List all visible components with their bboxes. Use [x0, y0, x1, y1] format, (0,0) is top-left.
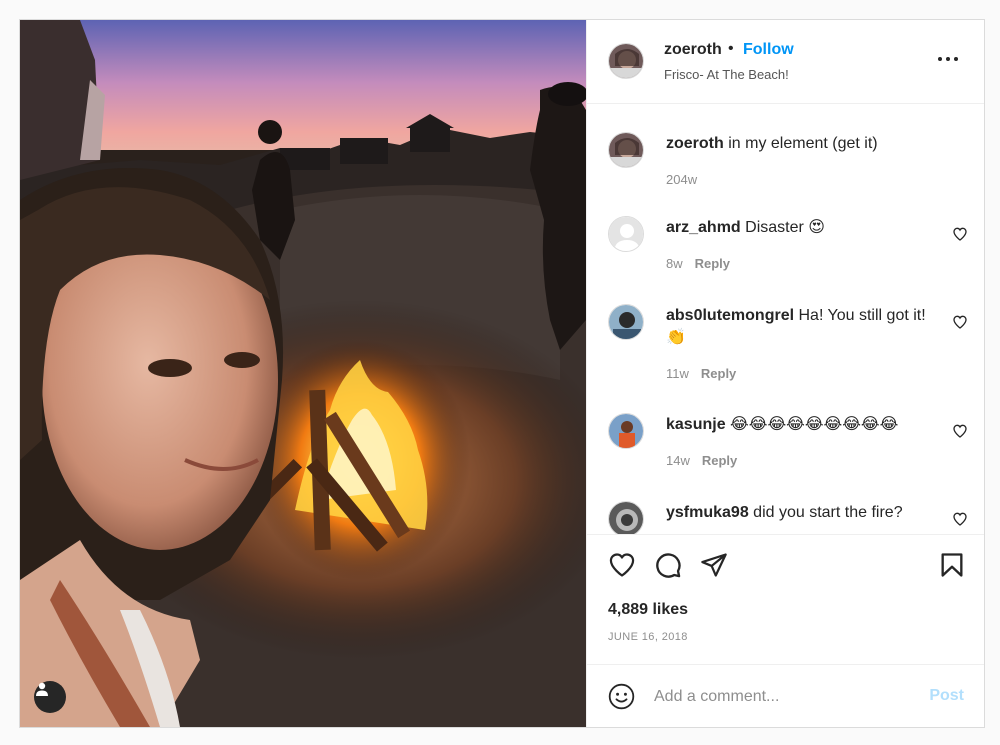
emoji-icon[interactable]	[608, 683, 635, 710]
comment-username[interactable]: abs0lutemongrel	[666, 307, 794, 324]
reply-button[interactable]: Reply	[695, 256, 730, 271]
more-options-icon[interactable]	[938, 52, 962, 66]
reply-button[interactable]: Reply	[702, 453, 737, 468]
avatar-image	[609, 44, 643, 78]
caption-body: in my element (get it)	[728, 135, 878, 152]
comment-text: abs0lutemongrel Ha! You still got it! 👏	[666, 305, 932, 349]
post-header: zoeroth • Follow Frisco- At The Beach!	[587, 20, 984, 104]
avatar-image	[609, 305, 643, 339]
comment-username[interactable]: kasunje	[666, 416, 726, 433]
reply-button[interactable]: Reply	[701, 366, 736, 381]
comment-username[interactable]: ysfmuka98	[666, 504, 749, 521]
comment-age[interactable]: 8w	[666, 256, 683, 271]
commenter-avatar[interactable]	[608, 501, 644, 534]
comment-body: did you start the fire?	[753, 504, 903, 521]
dot	[954, 57, 958, 61]
post-location[interactable]: Frisco- At The Beach!	[664, 67, 789, 82]
beach-bonfire-image	[20, 20, 586, 727]
caption-text: zoeroth in my element (get it)	[666, 133, 932, 155]
comment-input[interactable]	[654, 683, 914, 711]
dot	[938, 57, 942, 61]
heart-icon[interactable]	[608, 551, 636, 579]
user-tag-icon[interactable]	[34, 681, 66, 713]
comments-list[interactable]: zoeroth in my element (get it) 204w arz_…	[587, 104, 984, 534]
person-icon	[36, 682, 48, 696]
follow-button[interactable]: Follow	[743, 41, 794, 59]
post-side-panel: zoeroth • Follow Frisco- At The Beach! z…	[586, 20, 984, 727]
bookmark-icon[interactable]	[938, 551, 966, 579]
comment-meta: 14w Reply	[666, 453, 737, 468]
caption-username[interactable]: zoeroth	[666, 135, 724, 152]
comment-like-heart-icon[interactable]	[952, 314, 968, 330]
comment-meta: 8w Reply	[666, 256, 730, 271]
separator-dot: •	[728, 40, 734, 57]
comment-meta: 11w Reply	[666, 366, 736, 381]
comment-age[interactable]: 11w	[666, 366, 689, 381]
comment-body: Disaster 😍	[745, 219, 825, 236]
caption-meta: 204w	[666, 172, 697, 187]
default-avatar-icon	[609, 217, 643, 251]
author-avatar[interactable]	[608, 43, 644, 79]
likes-count[interactable]: 4,889 likes	[608, 601, 688, 619]
comment-like-heart-icon[interactable]	[952, 423, 968, 439]
post-comment-button[interactable]: Post	[929, 687, 964, 705]
comment-icon[interactable]	[654, 551, 682, 579]
instagram-post: zoeroth • Follow Frisco- At The Beach! z…	[19, 19, 985, 728]
commenter-avatar[interactable]	[608, 413, 644, 449]
share-icon[interactable]	[700, 551, 728, 579]
avatar-image	[609, 502, 643, 534]
comment-username[interactable]: arz_ahmd	[666, 219, 741, 236]
caption-age[interactable]: 204w	[666, 172, 697, 187]
comment-text: kasunje 😂😂😂😂😂😂😂😂😂	[666, 414, 932, 436]
author-avatar[interactable]	[608, 132, 644, 168]
post-actions: 4,889 likes JUNE 16, 2018	[587, 534, 984, 664]
dot	[946, 57, 950, 61]
comment-body: 😂😂😂😂😂😂😂😂😂	[730, 416, 899, 433]
comment-like-heart-icon[interactable]	[952, 511, 968, 527]
post-photo[interactable]	[20, 20, 586, 727]
commenter-avatar[interactable]	[608, 304, 644, 340]
add-comment-bar: Post	[587, 664, 984, 727]
comment-text: arz_ahmd Disaster 😍	[666, 217, 932, 239]
comment-text: ysfmuka98 did you start the fire?	[666, 502, 932, 524]
comment-age[interactable]: 14w	[666, 453, 690, 468]
author-username[interactable]: zoeroth	[664, 41, 722, 59]
post-date[interactable]: JUNE 16, 2018	[608, 631, 688, 643]
comment-like-heart-icon[interactable]	[952, 226, 968, 242]
commenter-avatar[interactable]	[608, 216, 644, 252]
avatar-image	[609, 414, 643, 448]
avatar-image	[609, 133, 643, 167]
